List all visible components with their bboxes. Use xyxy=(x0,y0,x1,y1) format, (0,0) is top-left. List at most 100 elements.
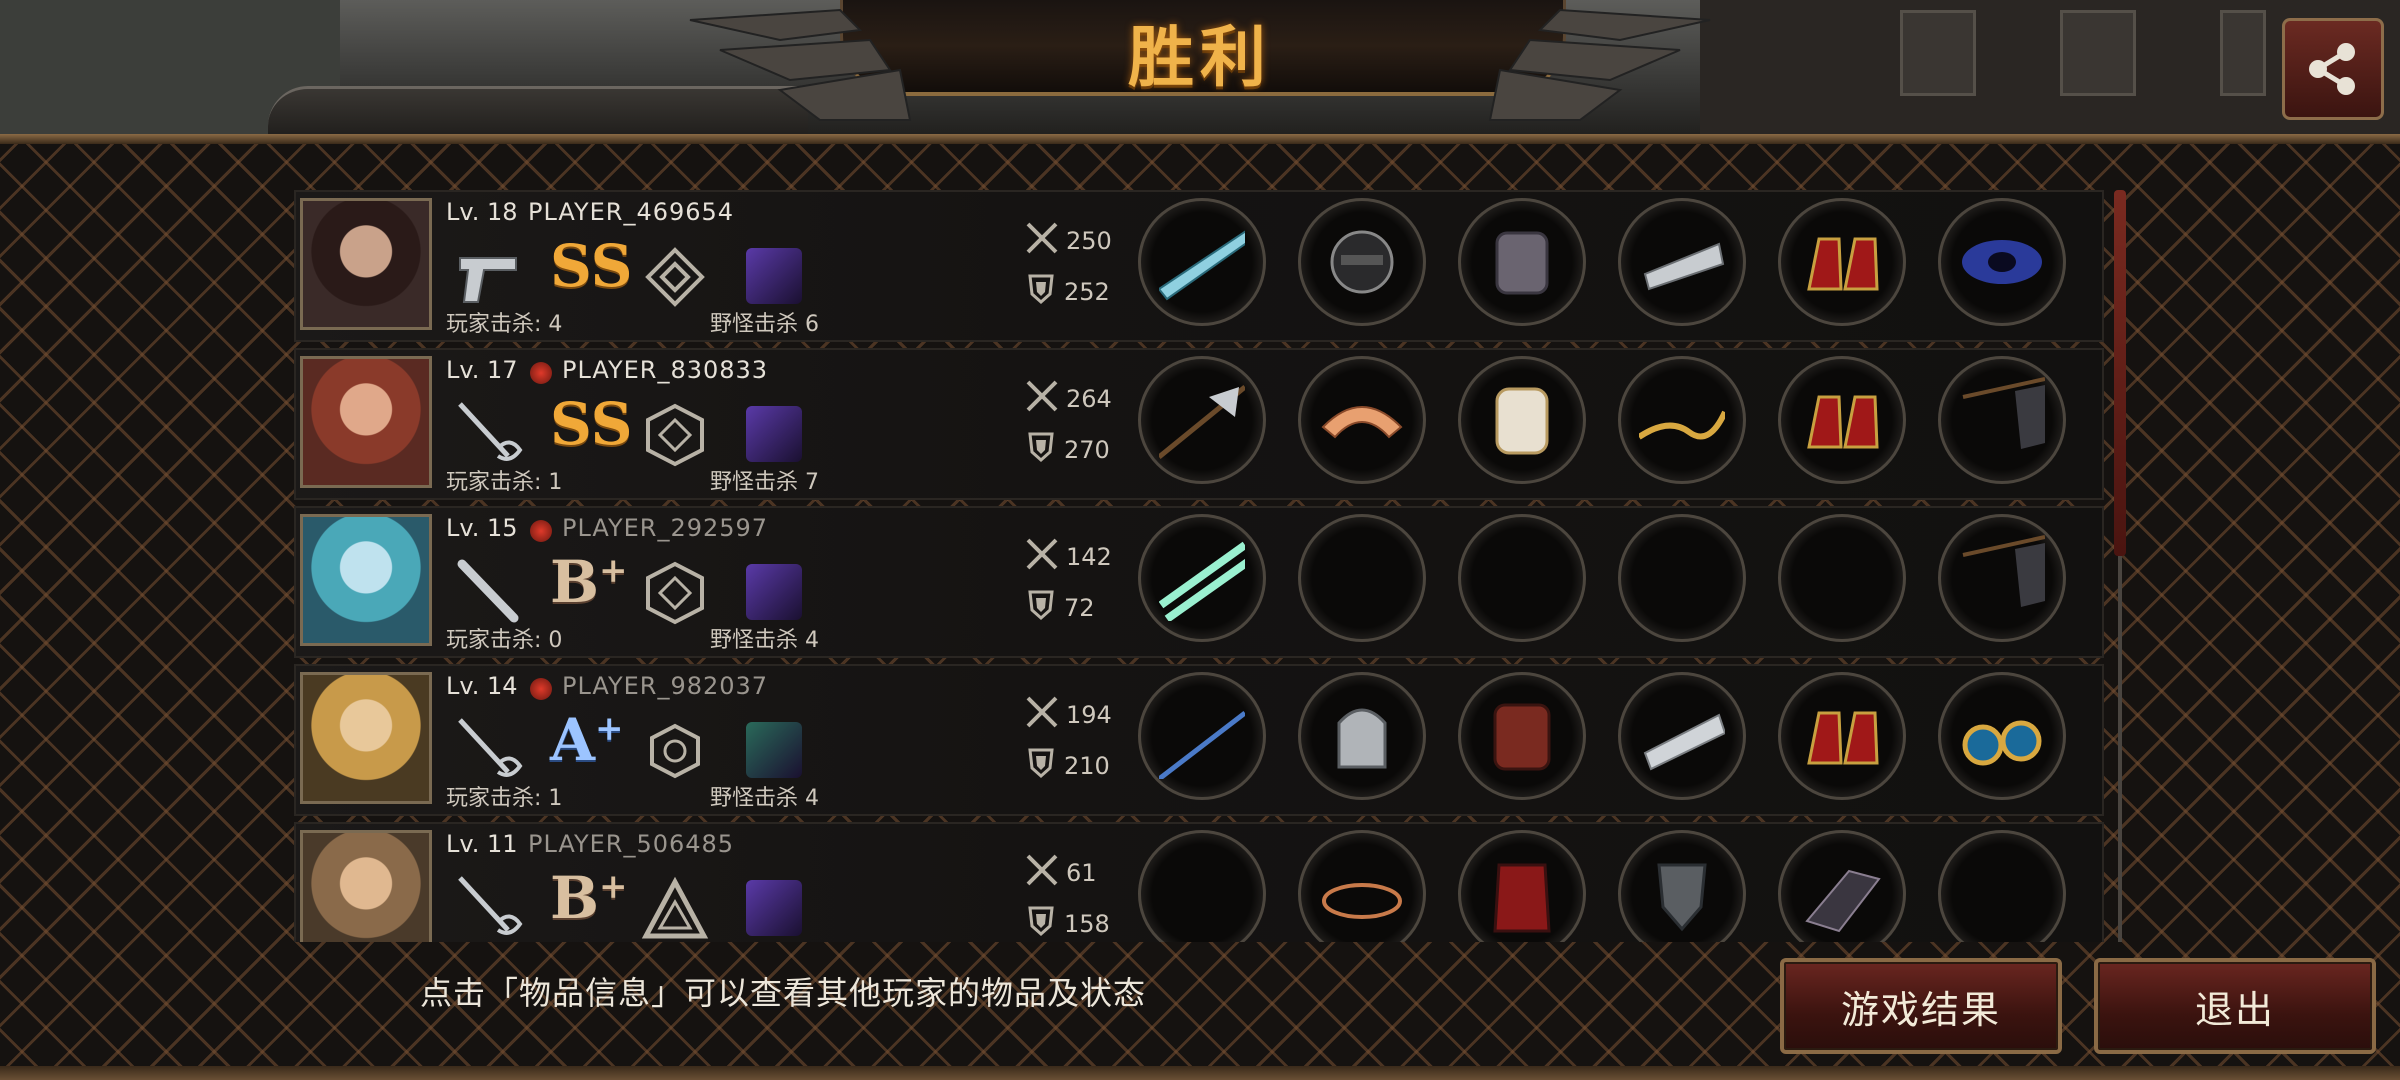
left-wing-guns-icon xyxy=(689,8,912,121)
equipment-slot[interactable] xyxy=(1138,356,1266,484)
frame-top-rail xyxy=(0,134,2400,144)
equipment-slot[interactable] xyxy=(1298,356,1426,484)
attack-stat: 250 xyxy=(1024,220,1112,262)
hint-text: 点击「物品信息」可以查看其他玩家的物品及状态 xyxy=(420,974,1147,1012)
empty-equipment-slot[interactable] xyxy=(1938,830,2066,942)
defense-value: 252 xyxy=(1064,278,1110,306)
equipment-slot[interactable] xyxy=(1138,198,1266,326)
equipment-slot[interactable] xyxy=(1778,198,1906,326)
player-avatar[interactable] xyxy=(300,514,432,646)
equipment-slot[interactable] xyxy=(1618,356,1746,484)
player-kills: 玩家击杀: 1 xyxy=(446,470,563,495)
red-heels-icon xyxy=(1807,237,1879,291)
shield-icon xyxy=(1024,430,1058,470)
monster-portrait-icon xyxy=(746,722,802,778)
player-level: Lv. 14 xyxy=(446,672,518,700)
equipment-slot[interactable] xyxy=(1938,356,2066,484)
player-level: Lv. 11 xyxy=(446,830,518,858)
equipment-slot[interactable] xyxy=(1298,830,1426,942)
defense-value: 270 xyxy=(1064,436,1110,464)
attack-value: 194 xyxy=(1066,701,1112,729)
player-row[interactable]: Lv. 11 PLAYER_506485 B+ 61 158 xyxy=(294,822,2104,942)
empty-equipment-slot[interactable] xyxy=(1778,514,1906,642)
player-kills: 玩家击杀: 1 xyxy=(446,786,563,811)
attack-value: 61 xyxy=(1066,859,1097,887)
defense-stat: 210 xyxy=(1024,746,1110,786)
jeweled-earrings-icon xyxy=(1962,720,2042,766)
player-row[interactable]: Lv. 14 PLAYER_982037 A+ 玩家击杀: 1 野怪击杀 4 1… xyxy=(294,664,2104,816)
empty-equipment-slot[interactable] xyxy=(1138,830,1266,942)
equipment-slot[interactable] xyxy=(1458,198,1586,326)
monster-portrait-icon xyxy=(746,880,802,936)
equipment-slot[interactable] xyxy=(1618,830,1746,942)
crossed-swords-icon xyxy=(1024,694,1060,736)
equipment-slot[interactable] xyxy=(1298,198,1426,326)
player-name: PLAYER_506485 xyxy=(528,830,735,858)
defense-value: 72 xyxy=(1064,594,1095,622)
equipment-slot[interactable] xyxy=(1618,672,1746,800)
monster-kills: 野怪击杀 7 xyxy=(710,470,819,495)
player-list[interactable]: Lv. 18 PLAYER_469654 SS 玩家击杀: 4 野怪击杀 6 2… xyxy=(294,190,2104,942)
guild-crest-icon xyxy=(530,520,552,542)
monster-kills: 野怪击杀 4 xyxy=(710,628,819,653)
player-level: Lv. 18 xyxy=(446,198,518,226)
equipment-slot[interactable] xyxy=(1778,830,1906,942)
attack-stat: 194 xyxy=(1024,694,1112,736)
grade-badge: B+ xyxy=(550,548,628,616)
frame-bottom-rail xyxy=(0,1066,2400,1080)
attack-stat: 142 xyxy=(1024,536,1112,578)
player-avatar[interactable] xyxy=(300,198,432,330)
knight-helmet-icon xyxy=(1337,708,1387,769)
rapier-icon xyxy=(458,718,523,777)
class-emblem-icon xyxy=(641,876,709,939)
player-row[interactable]: Lv. 18 PLAYER_469654 SS 玩家击杀: 4 野怪击杀 6 2… xyxy=(294,190,2104,342)
red-heels-icon xyxy=(1807,395,1879,449)
equipment-slot[interactable] xyxy=(1938,672,2066,800)
equipment-slot[interactable] xyxy=(1458,356,1586,484)
equipment-slot[interactable] xyxy=(1778,672,1906,800)
attack-value: 142 xyxy=(1066,543,1112,571)
equipment-slot[interactable] xyxy=(1938,514,2066,642)
player-kills: 玩家击杀: 0 xyxy=(446,628,563,653)
equipment-slot[interactable] xyxy=(1938,198,2066,326)
empty-equipment-slot[interactable] xyxy=(1458,514,1586,642)
player-name: PLAYER_469654 xyxy=(528,198,735,226)
player-avatar[interactable] xyxy=(300,830,432,942)
player-row[interactable]: Lv. 17 PLAYER_830833 SS 玩家击杀: 1 野怪击杀 7 2… xyxy=(294,348,2104,500)
tactical-helmet-icon xyxy=(1330,230,1394,294)
game-results-button[interactable]: 游戏结果 xyxy=(1780,958,2062,1054)
blue-spear-icon xyxy=(1159,711,1245,779)
equipment-slot[interactable] xyxy=(1138,672,1266,800)
crossed-swords-icon xyxy=(1024,852,1060,894)
attack-value: 250 xyxy=(1066,227,1112,255)
equipment-slot[interactable] xyxy=(1298,672,1426,800)
equipment-slot[interactable] xyxy=(1778,356,1906,484)
monster-kills: 野怪击杀 6 xyxy=(710,312,819,337)
shield-icon xyxy=(1024,904,1058,942)
scrollbar-thumb[interactable] xyxy=(2114,190,2126,556)
equipment-slot[interactable] xyxy=(1458,672,1586,800)
grade-badge: B+ xyxy=(550,864,628,932)
empty-equipment-slot[interactable] xyxy=(1618,514,1746,642)
player-row[interactable]: Lv. 15 PLAYER_292597 B+ 玩家击杀: 0 野怪击杀 4 1… xyxy=(294,506,2104,658)
share-button[interactable] xyxy=(2282,18,2384,120)
equipment-slot[interactable] xyxy=(1618,198,1746,326)
monster-portrait-icon xyxy=(746,564,802,620)
player-avatar[interactable] xyxy=(300,672,432,804)
iron-shield-icon xyxy=(1657,863,1707,932)
claw-gauntlet-icon xyxy=(1805,869,1881,933)
class-emblem-icon xyxy=(646,403,704,467)
power-armor-icon xyxy=(1495,231,1549,295)
equipment-slot[interactable] xyxy=(1458,830,1586,942)
equipment-slot[interactable] xyxy=(1138,514,1266,642)
guild-crest-icon xyxy=(530,678,552,700)
victory-title: 胜利 xyxy=(1128,19,1272,96)
class-emblem-icon xyxy=(645,247,705,307)
empty-equipment-slot[interactable] xyxy=(1298,514,1426,642)
player-name: PLAYER_292597 xyxy=(562,514,769,542)
shield-icon xyxy=(1024,746,1058,786)
player-avatar[interactable] xyxy=(300,356,432,488)
red-cape-armor-icon xyxy=(1493,863,1551,933)
exit-button[interactable]: 退出 xyxy=(2094,958,2376,1054)
player-kills: 玩家击杀: 4 xyxy=(446,312,563,337)
